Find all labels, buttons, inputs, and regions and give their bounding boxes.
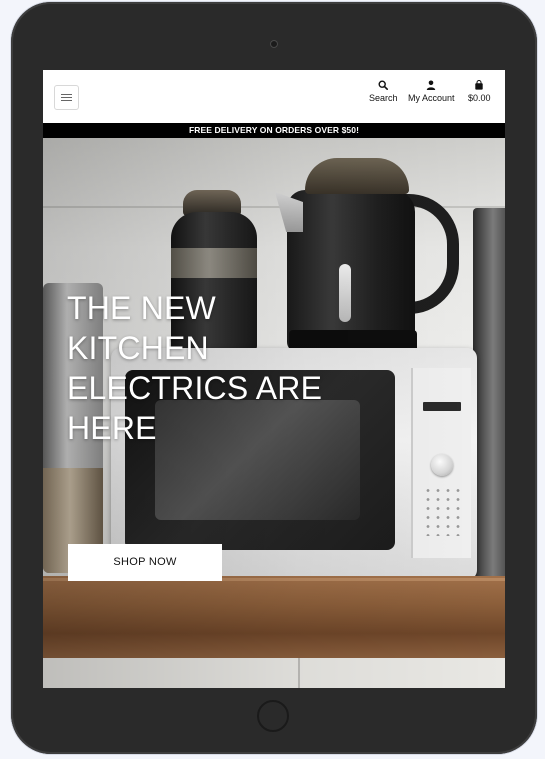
tablet-frame: Search My Account $0.00 FREE DELIVERY ON…	[11, 2, 537, 754]
camera-lens	[270, 40, 278, 48]
hero-section: THE NEW KITCHEN ELECTRICS ARE HERE SHOP …	[43, 138, 505, 688]
nav-account-link[interactable]: My Account	[408, 80, 455, 104]
nav-search-link[interactable]: Search	[369, 80, 398, 104]
hero-heading: THE NEW KITCHEN ELECTRICS ARE HERE	[67, 290, 323, 446]
site-header: Search My Account $0.00	[43, 70, 505, 123]
shop-now-button[interactable]: SHOP NOW	[68, 544, 222, 581]
user-icon	[427, 80, 436, 90]
account-label: My Account	[408, 93, 455, 103]
screen: Search My Account $0.00 FREE DELIVERY ON…	[43, 70, 505, 688]
cart-total: $0.00	[468, 93, 491, 103]
search-label: Search	[369, 93, 398, 103]
nav-cart-link[interactable]: $0.00	[468, 80, 491, 104]
home-button[interactable]	[257, 700, 289, 732]
menu-toggle-button[interactable]	[54, 85, 79, 110]
hamburger-menu-icon	[61, 94, 72, 101]
shopping-bag-icon	[475, 80, 483, 90]
search-icon	[378, 80, 389, 90]
promo-banner: FREE DELIVERY ON ORDERS OVER $50!	[43, 123, 505, 138]
